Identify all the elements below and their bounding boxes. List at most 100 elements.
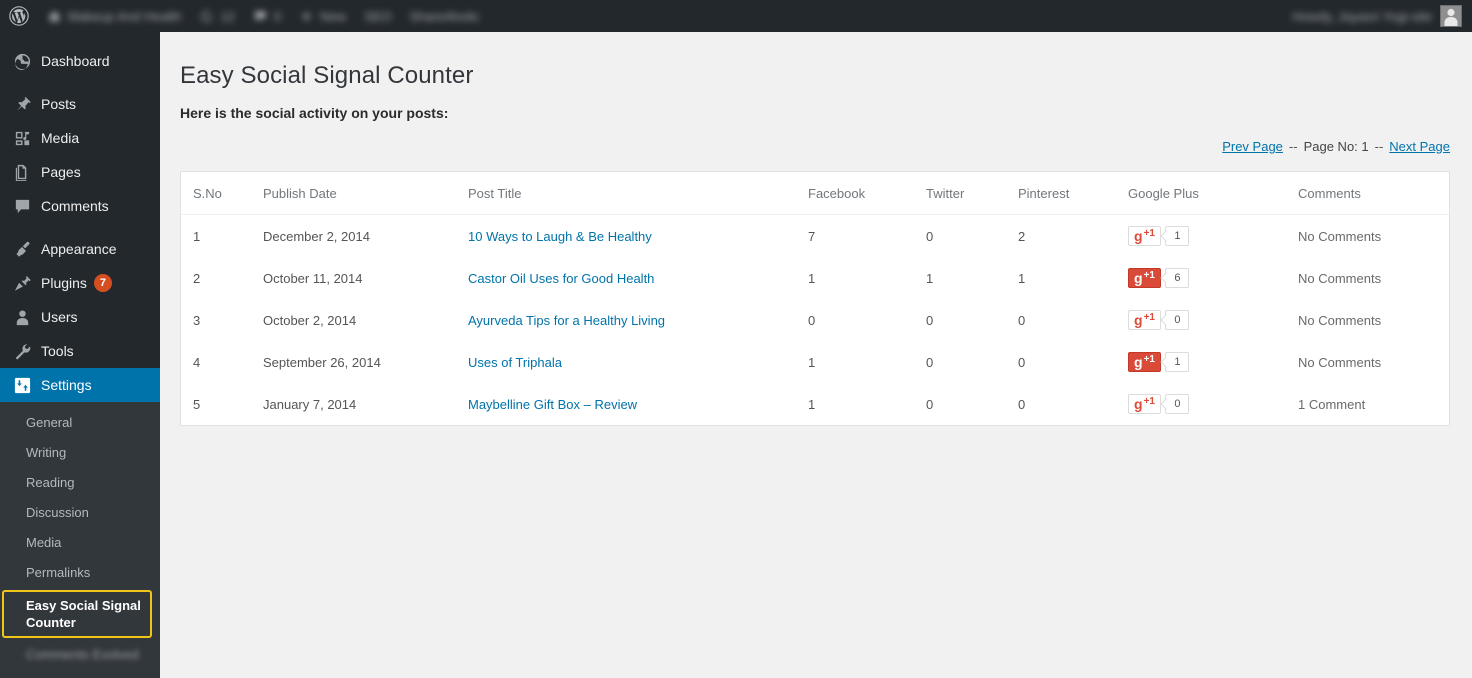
new-content-menu[interactable]: New [290,0,355,32]
cell-publish-date: October 11, 2014 [263,270,363,286]
google-plus-one-button[interactable]: g +1 [1128,268,1161,288]
sharetools-menu[interactable]: ShareAholic [401,0,489,32]
sidebar-item-posts[interactable]: Posts [0,87,160,121]
wrench-icon [12,341,32,361]
google-plus-count: 1 [1164,226,1189,246]
pagination-separator-left: -- [1288,139,1298,154]
post-title-link[interactable]: Ayurveda Tips for a Healthy Living [468,313,665,328]
account-menu[interactable]: Howdy, Jayasri Yogi-site [1292,5,1472,27]
updates-refresh-icon [201,9,213,22]
post-title-link[interactable]: Maybelline Gift Box – Review [468,397,637,412]
sharetools-label: ShareAholic [409,8,480,24]
wp-logo-menu[interactable] [0,0,38,32]
google-plus-g-letter: g [1134,354,1143,370]
sidebar-item-label: Settings [41,377,92,393]
sidebar-item-label: Dashboard [41,53,110,69]
post-title-link[interactable]: Uses of Triphala [468,355,562,370]
sidebar-item-pages[interactable]: Pages [0,155,160,189]
google-plus-g-letter: g [1134,312,1143,328]
social-signal-table: S.No Publish Date Post Title Facebook Tw… [181,172,1449,425]
submenu-item-reading[interactable]: Reading [0,468,160,498]
cell-publish-date: September 26, 2014 [263,354,381,370]
sidebar-item-comments[interactable]: Comments [0,189,160,223]
sidebar-item-appearance[interactable]: Appearance [0,232,160,266]
paintbrush-icon [12,239,32,259]
post-title-link[interactable]: Castor Oil Uses for Good Health [468,271,654,286]
cell-post-title: Maybelline Gift Box – Review [458,383,798,425]
settings-sliders-icon [12,375,32,395]
next-page-link[interactable]: Next Page [1389,139,1450,154]
cell-post-title: Castor Oil Uses for Good Health [458,257,798,299]
submenu-item-permalinks[interactable]: Permalinks [0,558,160,588]
sidebar-item-settings[interactable]: Settings [0,368,168,402]
google-plus-plus-one-label: +1 [1143,270,1155,281]
cell-publish-date: December 2, 2014 [263,228,370,244]
table-row: 3 October 2, 2014 Ayurveda Tips for a Heal… [181,299,1449,341]
table-head: S.No Publish Date Post Title Facebook Tw… [181,172,1449,215]
submenu-item-discussion[interactable]: Discussion [0,498,160,528]
cell-pinterest-count: 1 [1018,270,1026,286]
comments-count: 0 [273,8,282,24]
column-header-google-plus: Google Plus [1118,172,1288,215]
submenu-item-comments-evolved[interactable]: Comments Evolved [0,640,160,670]
cell-publish-date: January 7, 2014 [263,396,357,412]
cell-pinterest-count: 0 [1018,354,1026,370]
google-plus-badge: g +1 1 [1128,352,1189,372]
cell-twitter-count: 0 [926,354,934,370]
media-icon [12,128,32,148]
google-plus-one-button[interactable]: g +1 [1128,352,1161,372]
page-title: Easy Social Signal Counter [180,62,474,89]
sidebar-item-label: Tools [41,343,74,359]
sidebar-item-users[interactable]: Users [0,300,160,334]
table-row: 4 September 26, 2014 Uses of Triphala 1 0 0 g +… [181,341,1449,383]
google-plus-plus-one-label: +1 [1143,396,1155,407]
sidebar-item-label: Pages [41,164,81,180]
sidebar-item-label: Comments [41,198,109,214]
cell-pinterest-count: 0 [1018,396,1026,412]
sidebar-item-tools[interactable]: Tools [0,334,160,368]
cell-post-title: 10 Ways to Laugh & Be Healthy [458,215,798,258]
site-name-menu[interactable]: Makeup And Health [38,0,190,32]
comments-menu[interactable]: 0 [244,0,290,32]
table-header-row: S.No Publish Date Post Title Facebook Tw… [181,172,1449,215]
pin-icon [12,94,32,114]
cell-publish-date: October 2, 2014 [263,312,357,328]
cell-comments: No Comments [1298,228,1382,244]
submenu-item-writing[interactable]: Writing [0,438,160,468]
page-number-label: Page No: 1 [1303,139,1369,154]
google-plus-plus-one-label: +1 [1143,354,1155,365]
cell-comments: No Comments [1298,270,1382,286]
submenu-item-easy-social-signal-counter[interactable]: Easy Social Signal Counter [2,590,152,638]
cell-sno: 1 [193,228,201,244]
google-plus-one-button[interactable]: g +1 [1128,394,1161,414]
sidebar-item-label: Appearance [41,241,117,257]
table-body: 1 December 2, 2014 10 Ways to Laugh & Be H… [181,215,1449,426]
updates-menu[interactable]: 12 [190,0,243,32]
sidebar-item-media[interactable]: Media [0,121,160,155]
site-name-label: Makeup And Health [68,8,182,24]
new-label: New [320,8,347,24]
sidebar-item-dashboard[interactable]: Dashboard [0,44,160,78]
admin-bar: Makeup And Health 12 0 New SEO ShareAhol… [0,0,1472,32]
seo-menu[interactable]: SEO [355,0,400,32]
howdy-label: Howdy, Jayasri Yogi-site [1292,8,1432,24]
user-icon [12,307,32,327]
cell-sno: 5 [193,396,201,412]
post-title-link[interactable]: 10 Ways to Laugh & Be Healthy [468,229,652,244]
submenu-item-media[interactable]: Media [0,528,160,558]
cell-sno: 2 [193,270,201,286]
sidebar-item-plugins[interactable]: Plugins 7 [0,266,160,300]
cell-comments: 1 Comment [1298,396,1366,412]
google-plus-g-letter: g [1134,270,1143,286]
google-plus-badge: g +1 0 [1128,394,1189,414]
cell-twitter-count: 0 [926,312,934,328]
google-plus-one-button[interactable]: g +1 [1128,310,1161,330]
google-plus-one-button[interactable]: g +1 [1128,226,1161,246]
cell-twitter-count: 0 [926,228,934,244]
submenu-item-general[interactable]: General [0,408,160,438]
google-plus-count: 0 [1164,310,1189,330]
cell-google-plus: g +1 0 [1118,299,1288,341]
prev-page-link[interactable]: Prev Page [1222,139,1283,154]
plugins-update-badge: 7 [93,274,112,292]
cell-facebook-count: 1 [808,396,816,412]
